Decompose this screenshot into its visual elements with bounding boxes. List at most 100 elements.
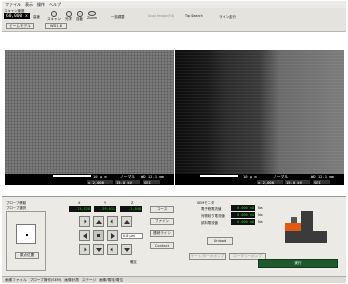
- mag-select[interactable]: x 2,000: [87, 180, 113, 185]
- arrow-up-icon: [123, 219, 130, 224]
- sem-monitor-title: SEMモニタ: [197, 201, 215, 205]
- toolbar: スキャン速度 60,000 x 高速 ビームモデル WD1.8 スキャン 光学 …: [2, 8, 346, 32]
- wd-tab[interactable]: WD1.8: [45, 23, 67, 29]
- contact-button[interactable]: Contact: [150, 242, 174, 249]
- sem-image-left[interactable]: [5, 50, 174, 185]
- sample-current-value: 0.000 nA: [231, 219, 255, 225]
- gun-current-label: 電子銃電流値: [201, 207, 222, 211]
- move-up-button[interactable]: [93, 216, 104, 227]
- gate-pump-button[interactable]: ゲート/ターボポンプ: [189, 253, 226, 260]
- auto-label: 自動: [76, 17, 83, 21]
- step-select[interactable]: 0.8 μm: [121, 233, 143, 239]
- axis-z-label: Z: [131, 201, 134, 205]
- move-down-left-button[interactable]: [79, 244, 90, 255]
- probe-marker: [26, 234, 28, 236]
- wd-label: WD 12.1 mm: [141, 174, 164, 179]
- move-down-right-button[interactable]: [107, 244, 118, 255]
- scale-bar-line: [200, 175, 238, 177]
- sem-right-info: 10 μ m ノーマル WD 12.1 mm x 2,000 15.0 kV S…: [175, 174, 344, 185]
- sem-texture: [175, 50, 344, 185]
- stage-arm: [285, 223, 301, 231]
- menu-operate[interactable]: 操作: [37, 2, 45, 8]
- scan-label: スキャン: [47, 17, 61, 21]
- scale-bar-line: [53, 175, 91, 177]
- menu-file[interactable]: ファイル: [5, 2, 21, 8]
- z-down-button[interactable]: [121, 244, 132, 255]
- sem-image-right[interactable]: [175, 50, 344, 185]
- zoom-label: Zoom: [87, 16, 98, 20]
- status-tab-image-file[interactable]: 画像ファイル: [5, 278, 27, 283]
- stage-diagram: [285, 211, 327, 243]
- axis-x-label: X: [78, 201, 81, 205]
- move-right-button[interactable]: [107, 230, 118, 241]
- beam-model-tab[interactable]: ビームモデル: [6, 23, 34, 29]
- unload-button[interactable]: Unload: [207, 237, 233, 245]
- status-tab-stage[interactable]: ステージ: [82, 278, 96, 283]
- mag-select[interactable]: x 2,000: [257, 180, 283, 185]
- arrow-down-icon: [123, 247, 130, 252]
- gun-current-value: 0.000 nA: [231, 205, 255, 211]
- line-run-button[interactable]: ライン走行: [219, 14, 236, 19]
- x-position-field[interactable]: -74,528: [69, 206, 91, 212]
- continuous-line-button[interactable]: 連続ライン: [150, 230, 174, 237]
- y-position-field[interactable]: -59,631: [94, 206, 116, 212]
- hv-select[interactable]: 15.0 kV: [115, 180, 140, 185]
- hv-select[interactable]: 15.0 kV: [285, 180, 310, 185]
- arrow-down-icon: [95, 247, 102, 252]
- menu-bar: ファイル 表示 操作 ヘルプ: [2, 1, 346, 8]
- mode-label: 高速: [33, 15, 40, 19]
- coarse-button[interactable]: コース: [150, 206, 174, 213]
- stop-button[interactable]: [93, 230, 104, 241]
- menu-view[interactable]: 表示: [25, 2, 33, 8]
- sem-left-info: 10 μ m ノーマル WD 12.1 mm x 2,000 15.0 kV S…: [5, 174, 174, 185]
- arrow-right-icon: [110, 232, 115, 239]
- signal-select[interactable]: SEI: [313, 180, 330, 185]
- move-up-right-button[interactable]: [107, 216, 118, 227]
- step-unit-label: 確定: [130, 260, 137, 264]
- optical-label: 光学: [65, 17, 72, 21]
- batch-adjust-button[interactable]: 一括調整: [111, 14, 125, 19]
- move-up-left-button[interactable]: [79, 216, 90, 227]
- status-tab-probe-operation[interactable]: プローブ操作(SEM): [30, 278, 62, 283]
- fine-button[interactable]: ファイン: [150, 218, 174, 225]
- scan-button[interactable]: スキャン: [47, 11, 61, 22]
- arrow-up-icon: [95, 219, 102, 224]
- toolbar-icon-group: スキャン 光学 自動 Zoom: [47, 11, 97, 22]
- sem-texture: [5, 50, 174, 185]
- unit-label: Na: [258, 220, 263, 224]
- z-position-field[interactable]: -1,048: [120, 206, 142, 212]
- arrow-down-right-icon: [110, 247, 115, 252]
- origin-button[interactable]: 原点位置: [15, 252, 39, 259]
- scale-bar-label: 10 μ m: [93, 174, 107, 179]
- probe-select-label: プローブ選択: [6, 206, 27, 210]
- arrow-up-right-icon: [110, 219, 115, 224]
- move-left-button[interactable]: [79, 230, 90, 241]
- z-up-button[interactable]: [121, 216, 132, 227]
- magnification-display[interactable]: 60,000 x: [4, 13, 30, 19]
- probe-map[interactable]: [16, 224, 36, 244]
- arrow-up-left-icon: [82, 219, 87, 224]
- unit-label: Na: [258, 213, 263, 217]
- tip-search-button[interactable]: Tip Search: [185, 14, 203, 18]
- stage-column: [301, 211, 313, 233]
- arrow-left-icon: [82, 232, 87, 239]
- status-tab-current[interactable]: 画像/電流/電位: [99, 278, 123, 283]
- status-bar: 画像ファイル プローブ操作(SEM) 画像計測 ステージ 画像/電流/電位: [2, 276, 346, 283]
- auto-button[interactable]: 自動: [76, 11, 83, 22]
- signal-select[interactable]: SEI: [143, 180, 160, 185]
- dual-image-button[interactable]: Dual Image(F4): [148, 14, 174, 18]
- move-down-button[interactable]: [93, 244, 104, 255]
- optical-button[interactable]: 光学: [65, 11, 72, 22]
- objective-current-value: 0.000 nA: [231, 212, 255, 218]
- zoom-button[interactable]: Zoom: [87, 11, 97, 22]
- execute-button[interactable]: 実行: [258, 259, 338, 268]
- sample-current-label: 試料電流値: [201, 221, 218, 225]
- wd-label: WD 12.1 mm: [311, 174, 334, 179]
- arrow-down-left-icon: [82, 247, 87, 252]
- status-tab-image-measure[interactable]: 画像計測: [64, 278, 78, 283]
- unit-label: Na: [258, 206, 263, 210]
- menu-help[interactable]: ヘルプ: [49, 2, 61, 8]
- stage-holder: [291, 217, 297, 223]
- control-panel: プローブ移動 プローブ選択 原点位置 X Y Z -74,528 -59,631…: [2, 196, 346, 276]
- scale-bar-label: 10 μ m: [243, 174, 257, 179]
